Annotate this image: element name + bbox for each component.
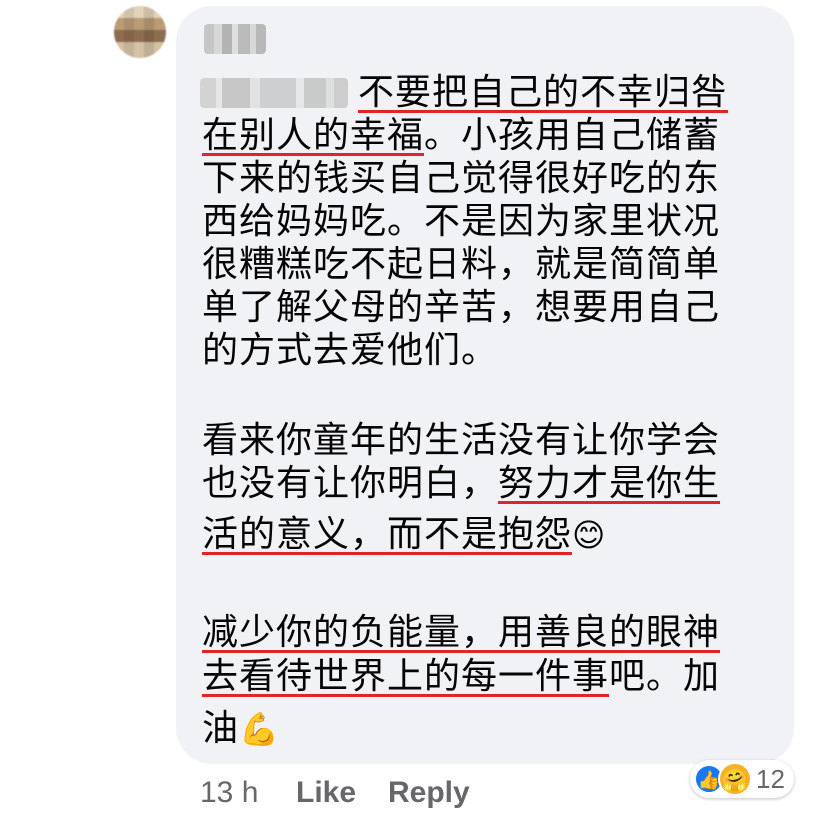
comment-text: 油 — [202, 708, 240, 749]
comment-line: 的方式去爱他们。 — [202, 328, 498, 374]
comment-line: 很糟糕吃不起日料，就是简简单 — [202, 242, 720, 288]
comment-text: 吧。加 — [609, 656, 721, 697]
highlighted-text: 在别人的幸福 — [202, 115, 425, 156]
highlighted-text: 活的意义，而不是抱怨 — [202, 514, 573, 555]
commenter-name-blurred[interactable] — [204, 24, 266, 54]
reactions-summary[interactable]: 👍 🤗 12 — [690, 760, 794, 798]
highlighted-text: 去看待世界上的每一件事 — [202, 656, 610, 697]
comment-line: 油💪 — [202, 706, 280, 752]
comment-timestamp[interactable]: 13 h — [200, 776, 258, 810]
comment-line: 去看待世界上的每一件事吧。加 — [202, 654, 720, 700]
comment-text: 的方式去爱他们。 — [202, 330, 499, 371]
care-reaction-icon: 🤗 — [718, 762, 752, 796]
comment-line: 西给妈妈吃。不是因为家里状况 — [202, 199, 720, 245]
comment-line: 下来的钱买自己觉得很好吃的东 — [202, 156, 720, 202]
like-button[interactable]: Like — [296, 776, 356, 810]
commenter-avatar[interactable] — [114, 6, 166, 58]
comment-line: 也没有让你明白，努力才是你生 — [202, 461, 720, 507]
comment-text: 下来的钱买自己觉得很好吃的东 — [202, 158, 721, 199]
comment-line: 活的意义，而不是抱怨😊 — [202, 512, 606, 558]
comment-line: 单了解父母的辛苦，想要用自己 — [202, 285, 720, 331]
comment-line: 看来你童年的生活没有让你学会 — [202, 418, 720, 464]
mentioned-user-blurred[interactable] — [200, 78, 348, 108]
flexed-biceps-emoji-icon: 💪 — [239, 710, 280, 748]
reply-button[interactable]: Reply — [388, 776, 470, 810]
highlighted-text: 努力才是你生 — [498, 463, 721, 504]
comment-line: 减少你的负能量，用善良的眼神 — [202, 610, 720, 656]
comment-text: 很糟糕吃不起日料，就是简简单 — [202, 244, 721, 285]
comment-text: 西给妈妈吃。不是因为家里状况 — [202, 201, 721, 242]
comment-text: 。小孩用自己储蓄 — [424, 115, 721, 156]
comment-line: 在别人的幸福。小孩用自己储蓄 — [202, 113, 720, 159]
comment-text: 看来你童年的生活没有让你学会 — [202, 420, 721, 461]
comment-text: 也没有让你明白， — [202, 463, 499, 504]
highlighted-text: 减少你的负能量，用善良的眼神 — [202, 612, 721, 653]
reaction-count: 12 — [756, 764, 785, 794]
comment-text: 单了解父母的辛苦，想要用自己 — [202, 287, 721, 328]
highlighted-text: 不要把自己的不幸归咎 — [358, 72, 729, 113]
comment-line: 不要把自己的不幸归咎 — [358, 70, 728, 116]
smiling-face-emoji-icon: 😊 — [572, 516, 607, 554]
